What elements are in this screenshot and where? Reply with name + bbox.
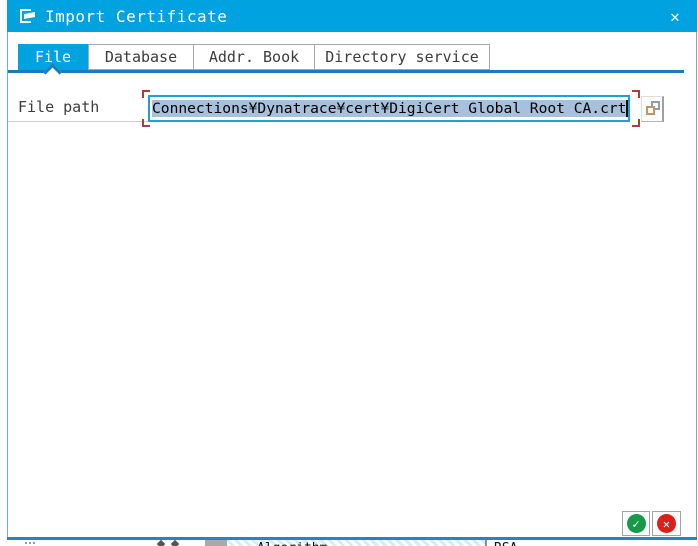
background-algorithm-value: RSA: [494, 541, 517, 546]
background-window-strip: Algorithm RSA: [0, 540, 698, 546]
text-cursor: [626, 100, 628, 117]
tab-addr-book-label: Addr. Book: [209, 48, 299, 66]
file-path-selected-text: Connections¥Dynatrace¥cert¥DigiCert Glob…: [152, 100, 626, 117]
focus-bracket-bottom-right: [632, 119, 640, 127]
cross-icon: ✕: [657, 514, 676, 533]
tab-underline: [8, 70, 684, 73]
screen: Import Certificate ✕ File Database Addr.…: [0, 0, 698, 546]
background-tree-icon: [157, 540, 165, 546]
focus-bracket-bottom-left: [142, 119, 150, 127]
focus-bracket-top-right: [632, 90, 640, 98]
confirm-button[interactable]: ✓: [622, 511, 650, 536]
background-dots: [25, 542, 27, 544]
background-algorithm-label: Algorithm: [257, 541, 327, 546]
tab-directory-service[interactable]: Directory service: [314, 44, 490, 70]
close-icon[interactable]: ✕: [665, 6, 685, 26]
background-hatched-cell: Algorithm: [227, 540, 485, 546]
tab-addr-book[interactable]: Addr. Book: [193, 44, 315, 70]
dialog-titlebar[interactable]: Import Certificate ✕: [7, 0, 697, 32]
background-cell-separator: [485, 540, 487, 546]
dialog-title: Import Certificate: [45, 7, 227, 26]
checkmark-icon: ✓: [627, 514, 646, 533]
focus-bracket-top-left: [142, 90, 150, 98]
dialog-window-icon: [19, 7, 39, 25]
label-underline: [8, 121, 148, 122]
tab-database[interactable]: Database: [88, 44, 194, 70]
cancel-button[interactable]: ✕: [652, 511, 681, 536]
background-tree-icon: [171, 540, 179, 546]
file-path-input[interactable]: Connections¥Dynatrace¥cert¥DigiCert Glob…: [148, 95, 630, 122]
browse-button[interactable]: [641, 96, 664, 122]
tab-directory-service-label: Directory service: [325, 48, 479, 66]
tab-database-label: Database: [105, 48, 177, 66]
file-path-label: File path: [18, 98, 99, 116]
background-gray-cell: [205, 540, 227, 546]
